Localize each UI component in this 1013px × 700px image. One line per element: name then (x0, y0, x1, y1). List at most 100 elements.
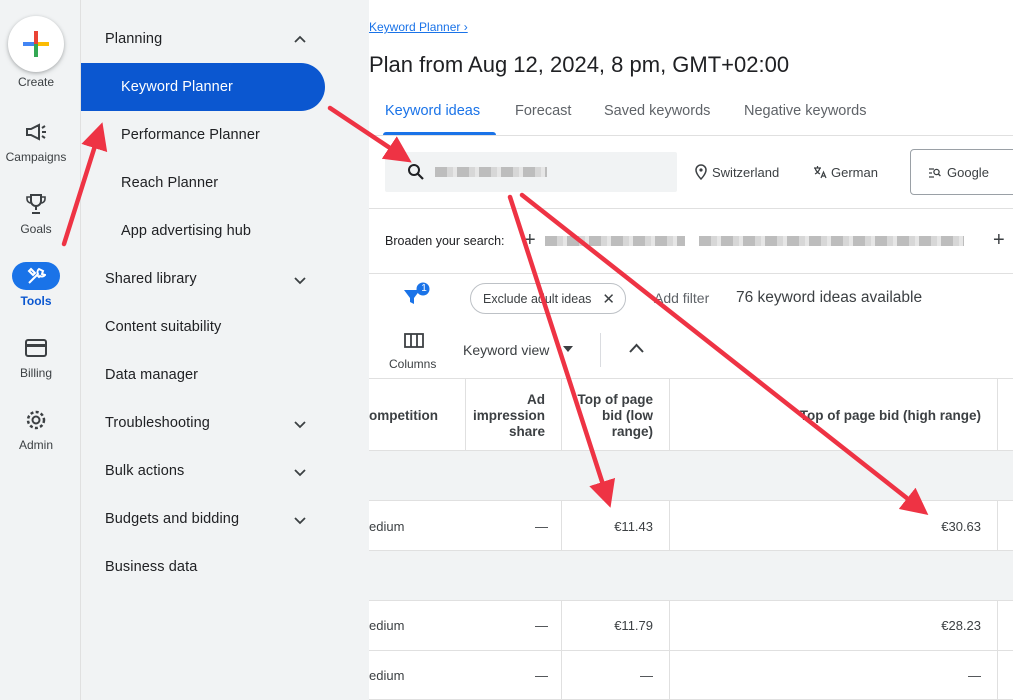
row-border (369, 600, 1013, 601)
create-button[interactable] (8, 16, 64, 72)
group-row (369, 451, 1013, 500)
keyword-search-input[interactable] (385, 152, 677, 192)
row-border (369, 550, 1013, 551)
left-rail: Create Campaigns Goals Tools Billing Adm… (0, 0, 81, 700)
tabs-divider (369, 135, 1013, 136)
cell-impression-share: — (535, 668, 548, 683)
nav-item-app-advertising-hub[interactable]: App advertising hub (121, 223, 251, 239)
add-suggestion-icon[interactable]: + (993, 230, 1005, 250)
filter-count-badge: 1 (421, 283, 427, 294)
create-label: Create (17, 75, 55, 89)
header-line: range) (611, 424, 653, 439)
cell-top-bid-high: €30.63 (941, 519, 981, 534)
close-icon[interactable]: ✕ (602, 290, 615, 308)
nav-section-bulk-actions[interactable]: Bulk actions (105, 463, 184, 479)
chevron-down-icon[interactable] (293, 513, 307, 527)
tools-icon (27, 267, 46, 284)
rail-billing-label[interactable]: Billing (0, 366, 72, 380)
main-content: Keyword Planner › Plan from Aug 12, 2024… (369, 0, 1013, 700)
network-label: Google (947, 165, 989, 180)
plus-icon (23, 31, 49, 57)
rail-admin-label[interactable]: Admin (0, 438, 72, 452)
cell-competition: edium (369, 668, 405, 683)
cell-top-bid-low: €11.43 (614, 519, 653, 534)
blurred-suggestion[interactable] (545, 236, 685, 246)
nav-section-business-data[interactable]: Business data (105, 559, 197, 575)
nav-section-data-manager[interactable]: Data manager (105, 367, 198, 383)
chevron-down-icon[interactable] (293, 465, 307, 479)
row-border (369, 650, 1013, 651)
cell-impression-share: — (535, 519, 548, 534)
column-divider (561, 378, 562, 700)
column-divider (465, 378, 466, 450)
broaden-label: Broaden your search: (385, 234, 505, 248)
translate-icon[interactable] (813, 165, 827, 179)
columns-icon[interactable] (404, 333, 424, 348)
dropdown-arrow-icon[interactable] (562, 345, 574, 353)
add-suggestion-icon[interactable]: + (524, 230, 536, 250)
breadcrumb[interactable]: Keyword Planner › (369, 20, 468, 34)
nav-section-troubleshooting[interactable]: Troubleshooting (105, 415, 210, 431)
header-line: Ad (527, 392, 545, 407)
nav-item-performance-planner[interactable]: Performance Planner (121, 127, 260, 143)
cell-top-bid-high: €28.23 (941, 618, 981, 633)
rail-tools-label[interactable]: Tools (0, 294, 72, 308)
chevron-down-icon[interactable] (293, 417, 307, 431)
header-ad-impression-share[interactable]: Ad impression share (469, 392, 545, 440)
search-icon (408, 164, 424, 180)
keyword-view-dropdown[interactable]: Keyword view (463, 342, 549, 358)
column-divider (669, 378, 670, 700)
chevron-up-icon[interactable] (293, 32, 307, 46)
collapse-chevron-icon[interactable] (629, 343, 644, 353)
trophy-icon[interactable] (22, 192, 50, 216)
tools-nav: Planning Keyword Planner Performance Pla… (81, 0, 369, 700)
rail-campaigns-label[interactable]: Campaigns (0, 150, 72, 164)
header-top-bid-high[interactable]: Top of page bid (high range) (669, 408, 981, 424)
cell-competition: edium (369, 519, 405, 534)
rail-goals-label[interactable]: Goals (0, 222, 72, 236)
group-row (369, 551, 1013, 600)
search-network-icon (929, 168, 941, 178)
tools-button[interactable] (12, 262, 60, 290)
language-selector[interactable]: German (831, 165, 878, 180)
row-border (369, 500, 1013, 501)
nav-item-keyword-planner[interactable]: Keyword Planner (121, 79, 233, 95)
header-line: impression (472, 408, 545, 423)
tab-forecast[interactable]: Forecast (515, 103, 571, 119)
nav-section-content-suitability[interactable]: Content suitability (105, 319, 221, 335)
add-filter-button[interactable]: Add filter (654, 290, 709, 306)
blurred-suggestion[interactable] (699, 236, 964, 246)
cell-top-bid-low: — (640, 668, 653, 683)
nav-section-shared-library[interactable]: Shared library (105, 271, 197, 287)
toolbar-divider (600, 333, 601, 367)
header-competition[interactable]: ompetition (369, 408, 438, 424)
header-line: Top of page (577, 392, 654, 407)
gear-icon[interactable] (22, 408, 50, 432)
tab-negative-keywords[interactable]: Negative keywords (744, 103, 867, 119)
divider (369, 208, 1013, 209)
cell-competition: edium (369, 618, 405, 633)
nav-section-budgets-and-bidding[interactable]: Budgets and bidding (105, 511, 239, 527)
location-selector[interactable]: Switzerland (712, 165, 779, 180)
chip-label: Exclude adult ideas (483, 292, 592, 306)
megaphone-icon[interactable] (22, 120, 50, 144)
header-top-bid-low[interactable]: Top of page bid (low range) (565, 392, 654, 440)
cell-top-bid-low: €11.79 (614, 618, 653, 633)
tab-keyword-ideas[interactable]: Keyword ideas (385, 103, 480, 119)
chevron-down-icon[interactable] (293, 273, 307, 287)
cell-impression-share: — (535, 618, 548, 633)
header-line: share (508, 424, 545, 439)
divider (369, 273, 1013, 274)
network-selector[interactable]: Google (910, 149, 1013, 195)
credit-card-icon[interactable] (22, 336, 50, 360)
nav-section-planning[interactable]: Planning (105, 31, 162, 47)
row-border (369, 450, 1013, 451)
exclude-adult-chip[interactable]: Exclude adult ideas ✕ (470, 283, 626, 314)
location-pin-icon[interactable] (695, 164, 707, 180)
nav-item-reach-planner[interactable]: Reach Planner (121, 175, 218, 191)
column-divider (997, 378, 998, 700)
header-line: bid (low (602, 408, 653, 423)
tab-saved-keywords[interactable]: Saved keywords (604, 103, 710, 119)
page-title: Plan from Aug 12, 2024, 8 pm, GMT+02:00 (369, 52, 790, 77)
columns-button[interactable]: Columns (389, 357, 436, 371)
